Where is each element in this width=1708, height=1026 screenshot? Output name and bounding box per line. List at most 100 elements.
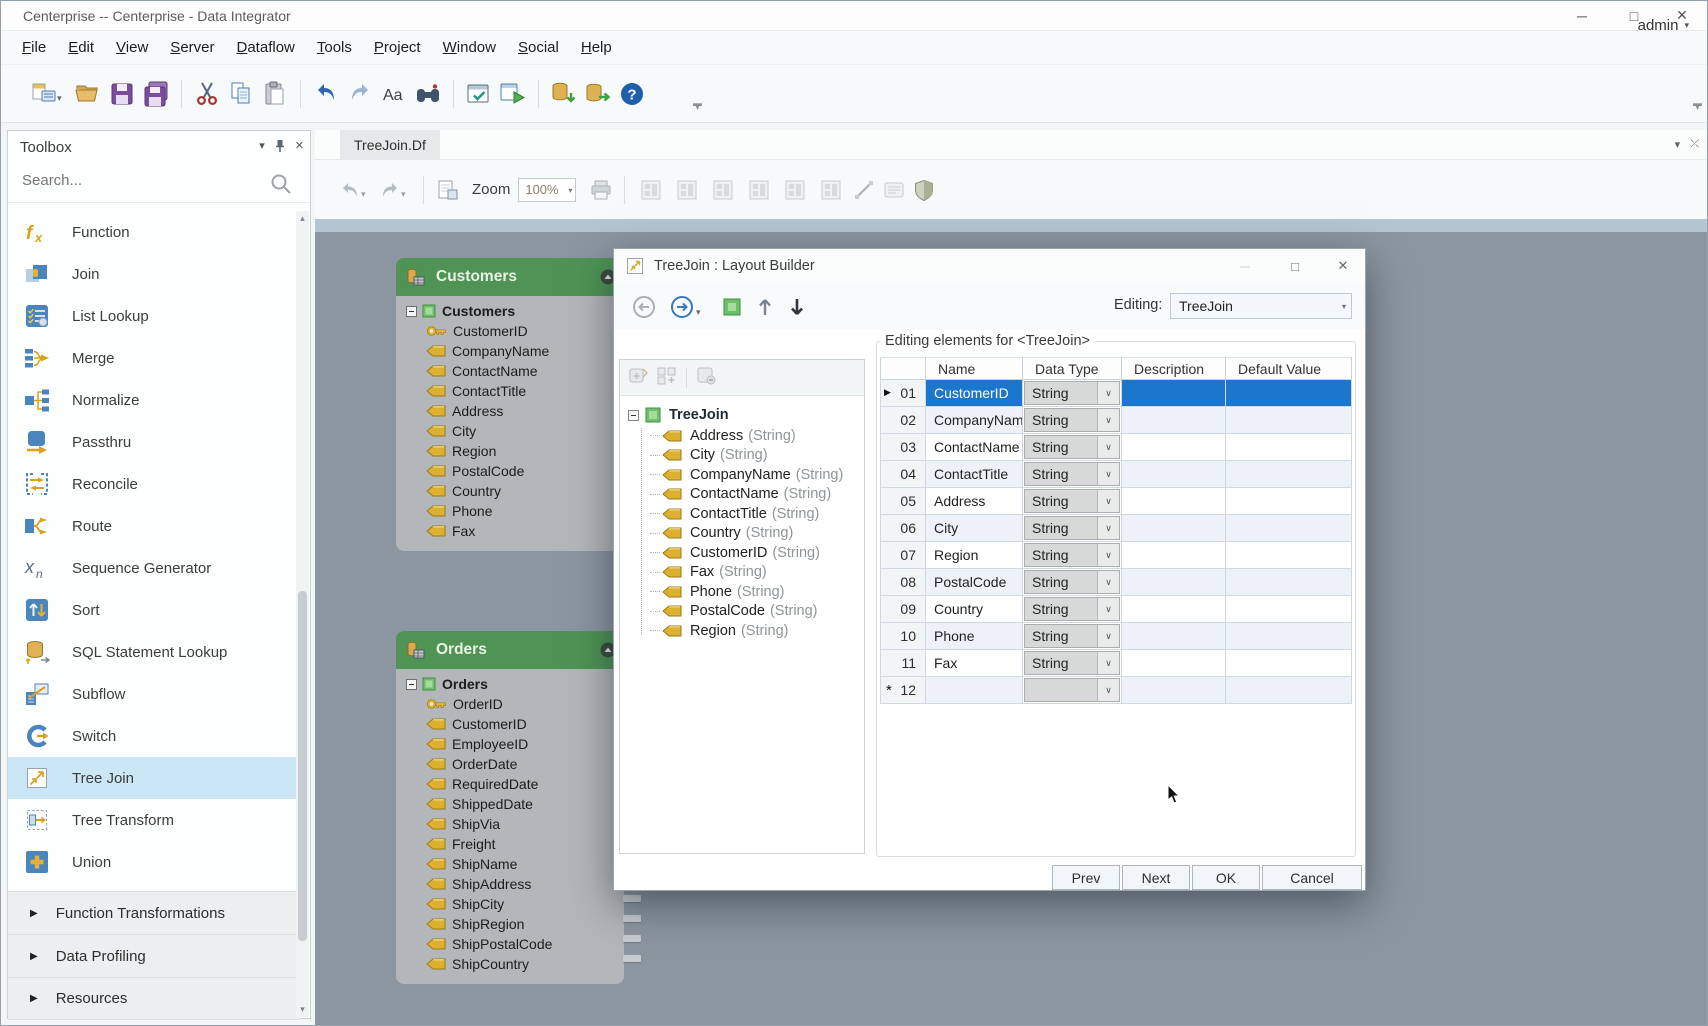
cell-description[interactable] xyxy=(1121,406,1226,434)
toolbox-section-data-profiling[interactable]: ▶ Data Profiling xyxy=(8,934,300,977)
table-header[interactable]: Customers xyxy=(396,258,624,296)
cell-description[interactable] xyxy=(1121,379,1226,407)
grid-column-header-description[interactable]: Description xyxy=(1121,357,1226,380)
cell-default-value[interactable] xyxy=(1225,649,1352,677)
data-type-dropdown[interactable]: String ∨ xyxy=(1024,651,1120,675)
grid-row-06[interactable]: 06 City String ∨ xyxy=(880,514,1352,542)
next-button[interactable]: Next xyxy=(1122,865,1190,890)
cell-default-value[interactable] xyxy=(1225,541,1352,569)
admin-menu[interactable]: admin ▾ xyxy=(1638,17,1689,34)
row-marker-cell[interactable]: 05 xyxy=(880,487,926,515)
save-all-button[interactable] xyxy=(139,77,173,111)
shape-tool-button[interactable] xyxy=(879,173,909,207)
data-type-dropdown[interactable]: String ∨ xyxy=(1024,624,1120,648)
tab-treejoin-df[interactable]: TreeJoin.Df xyxy=(340,130,440,160)
toolbox-item-reconcile[interactable]: Reconcile xyxy=(8,463,300,505)
field-row-customerid[interactable]: CustomerID xyxy=(406,321,624,341)
cell-default-value[interactable] xyxy=(1225,595,1352,623)
toolbar-overflow-icon[interactable]: ▬ ▾ xyxy=(693,99,702,112)
canvas-table-orders[interactable]: Orders Orders OrderID CustomerID EmployeeID O… xyxy=(396,631,624,984)
cell-description[interactable] xyxy=(1121,676,1226,704)
cell-description[interactable] xyxy=(1121,622,1226,650)
ok-button[interactable]: OK xyxy=(1192,865,1260,890)
arrow-down-button[interactable] xyxy=(788,296,806,318)
dropdown-caret-icon[interactable]: ▾ xyxy=(57,93,69,104)
data-type-dropdown[interactable]: String ∨ xyxy=(1024,597,1120,621)
cell-name[interactable]: ContactTitle xyxy=(925,460,1023,488)
page-settings-button[interactable] xyxy=(432,173,462,207)
field-row-address[interactable]: Address xyxy=(406,401,624,421)
cell-description[interactable] xyxy=(1121,433,1226,461)
cell-name[interactable]: ContactName xyxy=(925,433,1023,461)
cell-data-type[interactable]: String ∨ xyxy=(1022,460,1122,488)
cell-name[interactable]: Country xyxy=(925,595,1023,623)
row-marker-cell[interactable]: 02 xyxy=(880,406,926,434)
toolbar-overflow-icon-2[interactable]: ▬ ▾ xyxy=(1693,99,1702,112)
cell-data-type[interactable]: String ∨ xyxy=(1022,406,1122,434)
window-position-icon[interactable]: ▾ xyxy=(259,139,265,156)
field-row-requireddate[interactable]: RequiredDate xyxy=(406,774,624,794)
toolbox-item-switch[interactable]: Switch xyxy=(8,715,300,757)
grid-row-07[interactable]: 07 Region String ∨ xyxy=(880,541,1352,569)
cell-default-value[interactable] xyxy=(1225,433,1352,461)
zoom-combobox[interactable]: 100% ▾ xyxy=(518,177,577,202)
menu-file[interactable]: File xyxy=(11,35,57,60)
tree-node-contactname[interactable]: ContactName (String) xyxy=(620,485,864,505)
toolbox-section-resources[interactable]: ▶ Resources xyxy=(8,977,300,1020)
toolbox-item-merge[interactable]: Merge xyxy=(8,337,300,379)
tree-node-fax[interactable]: Fax (String) xyxy=(620,563,864,583)
grid-row-09[interactable]: 09 Country String ∨ xyxy=(880,595,1352,623)
scroll-up-icon[interactable]: ▴ xyxy=(296,213,309,224)
cell-name[interactable]: CompanyName xyxy=(925,406,1023,434)
field-row-shipname[interactable]: ShipName xyxy=(406,854,624,874)
undo-button[interactable] xyxy=(309,77,343,111)
toolbox-item-list-lookup[interactable]: List Lookup xyxy=(8,295,300,337)
cell-default-value[interactable] xyxy=(1225,568,1352,596)
toolbox-scrollbar[interactable]: ▴ ▾ xyxy=(296,211,309,1017)
collapse-expander-icon[interactable] xyxy=(406,305,417,317)
cancel-button[interactable]: Cancel xyxy=(1262,865,1362,890)
toolbox-item-function[interactable]: f x Function xyxy=(8,211,300,253)
arrow-up-button[interactable] xyxy=(756,296,774,318)
menu-server[interactable]: Server xyxy=(159,35,225,60)
auto-layout-button-3[interactable] xyxy=(708,173,738,207)
auto-layout-button-5[interactable] xyxy=(780,173,810,207)
help-button[interactable]: ? xyxy=(615,77,649,111)
elements-grid[interactable]: Name Data Type Description Default Value ▶ 0… xyxy=(880,357,1352,704)
toolbox-item-normalize[interactable]: Normalize xyxy=(8,379,300,421)
add-element-button[interactable] xyxy=(628,365,648,390)
cell-description[interactable] xyxy=(1121,649,1226,677)
field-row-fax[interactable]: Fax xyxy=(406,521,624,541)
grid-row-03[interactable]: 03 ContactName String ∨ xyxy=(880,433,1352,461)
cell-data-type[interactable]: String ∨ xyxy=(1022,541,1122,569)
field-row-shippeddate[interactable]: ShippedDate xyxy=(406,794,624,814)
field-row-region[interactable]: Region xyxy=(406,441,624,461)
field-row-shipcity[interactable]: ShipCity xyxy=(406,894,624,914)
scrollbar-thumb[interactable] xyxy=(298,591,307,941)
canvas-table-customers[interactable]: Customers Customers CustomerID CompanyName C… xyxy=(396,258,624,551)
grid-row-05[interactable]: 05 Address String ∨ xyxy=(880,487,1352,515)
cell-description[interactable] xyxy=(1121,460,1226,488)
row-marker-cell[interactable]: * 12 xyxy=(880,676,926,704)
open-folder-button[interactable] xyxy=(71,77,105,111)
table-root-node[interactable]: Customers xyxy=(406,301,624,321)
cell-default-value[interactable] xyxy=(1225,676,1352,704)
auto-layout-button-2[interactable] xyxy=(672,173,702,207)
tree-node-customerid[interactable]: CustomerID (String) xyxy=(620,543,864,563)
dropdown-caret-icon[interactable]: ▾ xyxy=(361,189,373,200)
cell-name[interactable]: Region xyxy=(925,541,1023,569)
scroll-down-icon[interactable]: ▾ xyxy=(296,1004,309,1015)
cell-default-value[interactable] xyxy=(1225,622,1352,650)
data-type-dropdown[interactable]: String ∨ xyxy=(1024,381,1120,405)
dialog-close-button[interactable]: ✕ xyxy=(1323,252,1363,280)
grid-row-11[interactable]: 11 Fax String ∨ xyxy=(880,649,1352,677)
table-header[interactable]: Orders xyxy=(396,631,624,669)
field-row-shippostalcode[interactable]: ShipPostalCode xyxy=(406,934,624,954)
shield-button[interactable] xyxy=(909,173,939,207)
toolbox-item-passthru[interactable]: Passthru xyxy=(8,421,300,463)
grid-column-header-name[interactable]: Name xyxy=(925,357,1023,380)
grid-column-header-default-value[interactable]: Default Value xyxy=(1225,357,1352,380)
field-row-shipvia[interactable]: ShipVia xyxy=(406,814,624,834)
cell-data-type[interactable]: String ∨ xyxy=(1022,622,1122,650)
menu-project[interactable]: Project xyxy=(363,35,432,60)
